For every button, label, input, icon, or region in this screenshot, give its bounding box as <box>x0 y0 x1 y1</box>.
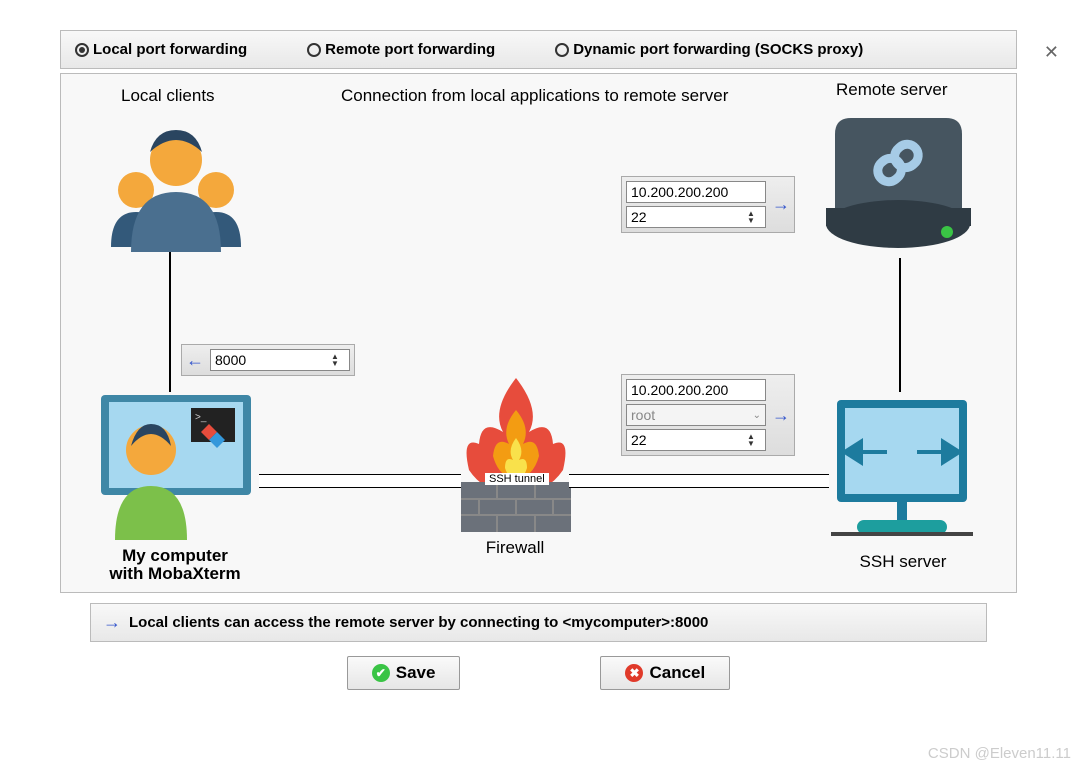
radio-icon <box>307 43 321 57</box>
remote-port-input[interactable]: 22 ▲▼ <box>626 206 766 228</box>
local-port-panel: ← 8000 ▲▼ <box>181 344 355 376</box>
close-icon[interactable]: ✕ <box>1044 42 1059 63</box>
remote-panel: 10.200.200.200 22 ▲▼ → <box>621 176 795 233</box>
mode-tabs: Local port forwarding Remote port forwar… <box>60 30 1017 69</box>
arrow-right-icon: → <box>772 194 790 215</box>
tab-local[interactable]: Local port forwarding <box>75 41 247 58</box>
save-button[interactable]: ✔ Save <box>347 656 461 690</box>
tunnel-left <box>259 474 461 488</box>
cross-icon: ✖ <box>625 664 643 682</box>
save-label: Save <box>396 663 436 683</box>
cancel-label: Cancel <box>649 663 705 683</box>
firewall-label: Firewall <box>415 538 615 558</box>
spinner-icon[interactable]: ▲▼ <box>747 432 761 448</box>
ssh-port-value: 22 <box>631 432 647 448</box>
chevron-down-icon: ⌄ <box>753 410 761 421</box>
local-clients-label: Local clients <box>121 86 215 106</box>
tab-dynamic-label: Dynamic port forwarding (SOCKS proxy) <box>573 41 863 58</box>
firewall-icon <box>441 370 591 543</box>
svg-text:>_: >_ <box>195 412 207 423</box>
local-port-value: 8000 <box>215 352 246 368</box>
arrow-right-icon: → <box>772 405 790 426</box>
ssh-server-label: SSH server <box>803 552 1003 572</box>
local-port-input[interactable]: 8000 ▲▼ <box>210 349 350 371</box>
remote-port-value: 22 <box>631 209 647 225</box>
watermark: CSDN @Eleven11.11 <box>928 745 1071 762</box>
ssh-tunnel-label: SSH tunnel <box>485 473 549 485</box>
cancel-button[interactable]: ✖ Cancel <box>600 656 730 690</box>
tab-remote[interactable]: Remote port forwarding <box>307 41 495 58</box>
hint-text: Local clients can access the remote serv… <box>129 614 708 631</box>
spinner-icon[interactable]: ▲▼ <box>331 352 345 368</box>
hint-bar: → Local clients can access the remote se… <box>90 603 987 642</box>
tunnel-right <box>569 474 829 488</box>
spinner-icon[interactable]: ▲▼ <box>747 209 761 225</box>
remote-server-icon <box>821 104 976 262</box>
arrow-right-icon: → <box>103 612 121 633</box>
link-line <box>169 252 171 392</box>
sshserver-panel: 10.200.200.200 root ⌄ 22 ▲▼ → <box>621 374 795 456</box>
arrow-left-icon: ← <box>186 350 204 371</box>
ssh-port-input[interactable]: 22 ▲▼ <box>626 429 766 451</box>
check-icon: ✔ <box>372 664 390 682</box>
ssh-host-input[interactable]: 10.200.200.200 <box>626 379 766 401</box>
computer-icon: >_ <box>91 390 261 543</box>
ssh-server-icon <box>827 392 977 555</box>
my-computer-l1: My computer <box>75 546 275 566</box>
remote-host-value: 10.200.200.200 <box>631 184 728 200</box>
remote-host-input[interactable]: 10.200.200.200 <box>626 181 766 203</box>
my-computer-l2: with MobaXterm <box>75 564 275 584</box>
dialog-buttons: ✔ Save ✖ Cancel <box>0 656 1077 690</box>
ssh-user-value: root <box>631 407 655 423</box>
tab-remote-label: Remote port forwarding <box>325 41 495 58</box>
tab-local-label: Local port forwarding <box>93 41 247 58</box>
connection-title: Connection from local applications to re… <box>341 86 728 106</box>
ssh-user-select[interactable]: root ⌄ <box>626 404 766 426</box>
tab-dynamic[interactable]: Dynamic port forwarding (SOCKS proxy) <box>555 41 863 58</box>
radio-icon <box>75 43 89 57</box>
radio-icon <box>555 43 569 57</box>
ssh-host-value: 10.200.200.200 <box>631 382 728 398</box>
remote-server-label: Remote server <box>836 80 947 100</box>
link-line <box>899 258 901 392</box>
people-icon <box>101 112 251 255</box>
diagram-canvas: Local clients Connection from local appl… <box>60 73 1017 593</box>
